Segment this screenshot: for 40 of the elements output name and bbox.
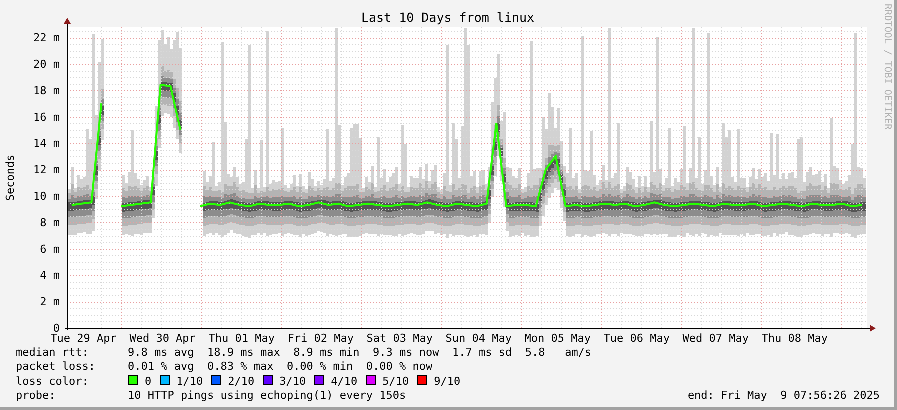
axis-tick-label: 4 m — [40, 269, 60, 282]
legend-label: loss color: — [16, 374, 90, 389]
legend-text: 9/10 — [434, 374, 461, 389]
legend-text: 9.8 ms avg 18.9 ms max 8.9 ms min 9.3 ms now 1.7 ms sd 5.8 am/s — [128, 346, 592, 360]
axis-tick-label: 0 — [53, 322, 60, 335]
axis-tick-label: 6 m — [40, 242, 60, 256]
axis-tick-label: 20 m — [34, 58, 60, 71]
legend-text: 1/10 — [176, 374, 204, 389]
legend-text: 3/10 — [280, 374, 306, 389]
axis-tick-label: Wed 30 Apr — [130, 332, 196, 345]
axis-tick-label: Sun 04 May — [446, 332, 512, 345]
axis-tick-label: Sat 03 May — [366, 332, 433, 345]
legend-label: packet loss: — [16, 360, 96, 375]
legend-label: median rtt: — [16, 346, 90, 360]
legend-text: 4/10 — [331, 374, 358, 389]
legend-text: 10 HTTP pings using echoping(1) every 150s — [128, 388, 406, 404]
axis-tick-label: 16 m — [34, 110, 60, 124]
axis-tick-label: Tue 29 Apr — [50, 332, 117, 345]
axis-tick-label: 18 m — [34, 84, 60, 98]
axis-tick-label: Wed 07 May — [682, 332, 750, 345]
axis-tick-label: 10 m — [34, 190, 60, 203]
legend-text: 0 — [145, 374, 152, 389]
axis-tick-label: Thu 01 May — [208, 332, 275, 345]
axis-tick-label: Thu 08 May — [762, 332, 828, 345]
axis-tick-label: Tue 06 May — [604, 332, 670, 345]
legend-text: 5/10 — [382, 374, 410, 389]
credit-text: RRDTOOL / TOBI OETIKER — [882, 4, 893, 130]
legend-text: 2/10 — [228, 374, 255, 389]
axis-tick-label: 22 m — [34, 32, 60, 45]
chart-title: Last 10 Days from linux — [361, 10, 535, 25]
axis-tick-label: Mon 05 May — [524, 332, 591, 345]
axis-title: Seconds — [4, 154, 17, 202]
end-time-text: end: Fri May 9 07:56:26 2025 — [688, 388, 880, 404]
legend-label: probe: — [16, 388, 57, 404]
legend-text: 0.01 % avg 0.83 % max 0.00 % min 0.00 % now — [128, 360, 433, 375]
axis-tick-label: 14 m — [34, 137, 60, 150]
axis-tick-label: 12 m — [34, 164, 60, 177]
axis-tick-label: Fri 02 May — [288, 332, 354, 345]
axis-tick-label: 2 m — [40, 296, 60, 309]
axis-tick-label: 8 m — [40, 216, 60, 230]
